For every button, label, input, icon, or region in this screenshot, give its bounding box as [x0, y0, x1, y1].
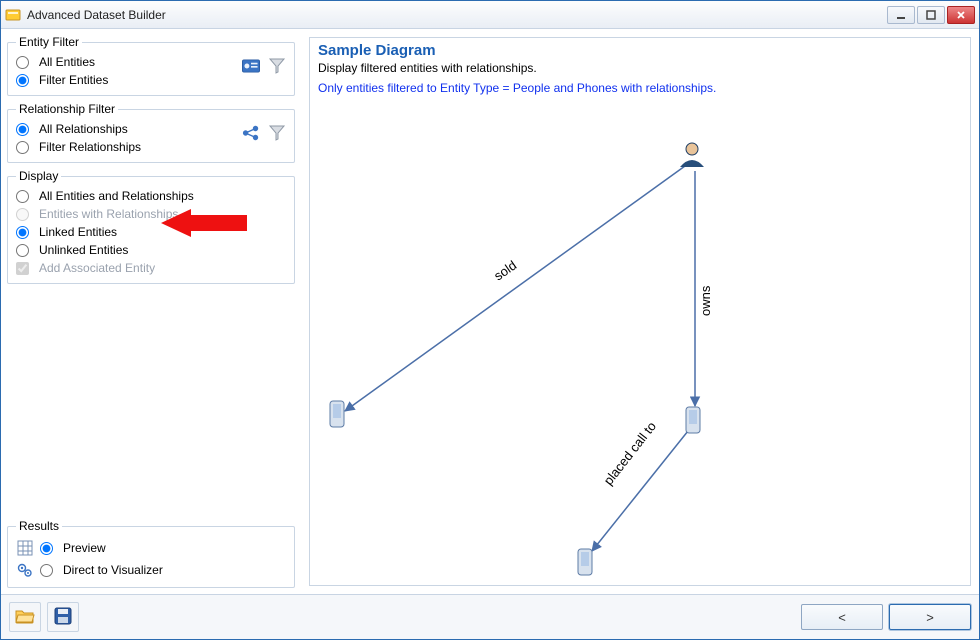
minimize-button[interactable] [887, 6, 915, 24]
radio-results-direct-input[interactable] [40, 564, 53, 577]
open-button[interactable] [9, 602, 41, 632]
relationship-filter-icons [242, 124, 286, 142]
sidebar: Entity Filter [1, 29, 301, 594]
relationship-filter-legend: Relationship Filter [16, 102, 118, 116]
radio-display-unlinked[interactable]: Unlinked Entities [16, 241, 288, 259]
share-icon[interactable] [242, 124, 260, 142]
radio-all-entities-label: All Entities [39, 55, 95, 69]
radio-display-linked[interactable]: Linked Entities [16, 223, 288, 241]
maximize-button[interactable] [917, 6, 945, 24]
close-button[interactable] [947, 6, 975, 24]
footer: < > [1, 595, 979, 639]
radio-filter-entities-input[interactable] [16, 74, 29, 87]
radio-filter-entities-label: Filter Entities [39, 73, 108, 87]
entity-filter-group: Entity Filter [7, 35, 295, 96]
entity-filter-icons [242, 57, 286, 75]
radio-all-entities-input[interactable] [16, 56, 29, 69]
radio-all-relationships-input[interactable] [16, 123, 29, 136]
radio-display-unlinked-label: Unlinked Entities [39, 243, 128, 257]
radio-filter-relationships-label: Filter Relationships [39, 140, 141, 154]
diagram-note: Only entities filtered to Entity Type = … [318, 81, 962, 95]
save-button[interactable] [47, 602, 79, 632]
diagram-subtitle: Display filtered entities with relations… [318, 61, 962, 75]
radio-results-direct[interactable]: Direct to Visualizer [40, 563, 163, 577]
app-icon [5, 7, 21, 23]
radio-display-unlinked-input[interactable] [16, 244, 29, 257]
folder-open-icon [15, 608, 35, 627]
radio-results-preview-input[interactable] [40, 542, 53, 555]
node-person[interactable] [680, 143, 704, 167]
check-add-assoc-label: Add Associated Entity [39, 261, 155, 275]
results-direct-row: Direct to Visualizer [16, 559, 288, 581]
node-phone-right[interactable] [686, 407, 700, 433]
sidebar-spacer [7, 290, 295, 513]
entity-filter-legend: Entity Filter [16, 35, 82, 49]
radio-display-withrel: Entities with Relationships [16, 205, 288, 223]
id-card-icon[interactable] [242, 57, 260, 75]
diagram-svg: sold owns placed call to [310, 101, 970, 581]
gears-icon [16, 561, 34, 579]
canvas-wrap: Sample Diagram Display filtered entities… [301, 29, 979, 594]
radio-display-linked-label: Linked Entities [39, 225, 117, 239]
results-preview-row: Preview [16, 537, 288, 559]
titlebar: Advanced Dataset Builder [1, 1, 979, 29]
radio-all-relationships-label: All Relationships [39, 122, 128, 136]
back-button[interactable]: < [801, 604, 883, 630]
relationship-filter-group: Relationship Filter [7, 102, 295, 163]
radio-results-preview[interactable]: Preview [40, 541, 106, 555]
content-area: Entity Filter [1, 29, 979, 595]
display-group: Display All Entities and Relationships E… [7, 169, 295, 284]
diagram-canvas: Sample Diagram Display filtered entities… [309, 37, 971, 586]
node-phone-left[interactable] [330, 401, 344, 427]
radio-display-withrel-label: Entities with Relationships [39, 207, 178, 221]
diagram-title: Sample Diagram [318, 42, 962, 59]
check-add-assoc: Add Associated Entity [16, 259, 288, 277]
funnel-icon[interactable] [268, 57, 286, 75]
radio-display-withrel-input [16, 208, 29, 221]
results-group: Results Preview [7, 519, 295, 588]
results-legend: Results [16, 519, 62, 533]
radio-display-linked-input[interactable] [16, 226, 29, 239]
node-phone-bottom[interactable] [578, 549, 592, 575]
check-add-assoc-input [16, 262, 29, 275]
app-window: Advanced Dataset Builder Entity Filter [0, 0, 980, 640]
radio-display-all-label: All Entities and Relationships [39, 189, 194, 203]
edge-owns-label: owns [698, 285, 713, 316]
window-title: Advanced Dataset Builder [27, 8, 881, 22]
radio-results-preview-label: Preview [63, 541, 106, 555]
radio-display-all-input[interactable] [16, 190, 29, 203]
save-icon [54, 607, 72, 628]
funnel-icon[interactable] [268, 124, 286, 142]
radio-display-all[interactable]: All Entities and Relationships [16, 187, 288, 205]
radio-results-direct-label: Direct to Visualizer [63, 563, 163, 577]
edge-sold [345, 166, 685, 411]
window-controls [887, 6, 975, 24]
next-button[interactable]: > [889, 604, 971, 630]
edge-sold-label: sold [491, 257, 519, 283]
display-legend: Display [16, 169, 61, 183]
grid-icon [16, 539, 34, 557]
radio-filter-relationships-input[interactable] [16, 141, 29, 154]
